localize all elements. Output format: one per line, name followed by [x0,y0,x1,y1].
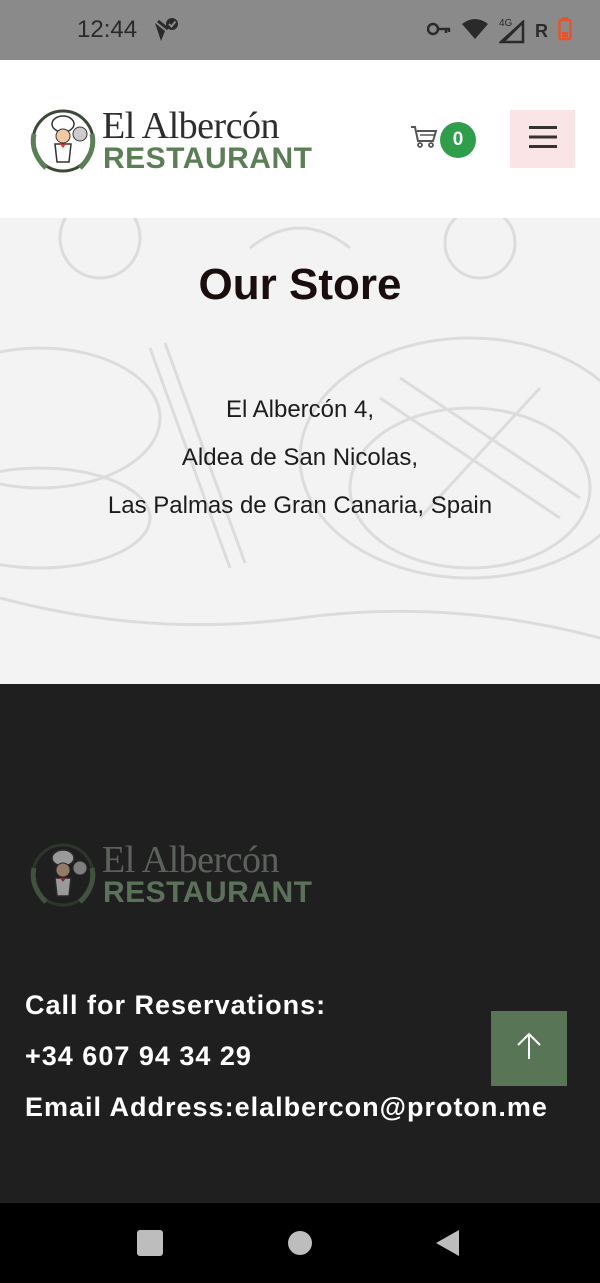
battery-low-icon [558,17,572,46]
back-triangle-icon[interactable] [434,1229,462,1262]
hamburger-menu-icon [528,125,558,154]
cart-button[interactable]: 0 [410,122,480,162]
recents-square-icon[interactable] [136,1229,164,1262]
wifi-icon [461,18,489,45]
contact-info: Call for Reservations: +34 607 94 34 29 … [25,990,548,1143]
system-nav-bar [0,1203,600,1283]
arrow-up-icon [514,1031,544,1066]
vpn-key-icon [426,22,451,41]
signal-icon: 4G [497,17,525,44]
footer-logo[interactable]: El Albercón RESTAURANT [24,836,314,912]
chef-emblem-icon [24,838,102,917]
status-bar: 12:44 4G R [0,0,600,60]
address-line: Las Palmas de Gran Canaria, Spain [107,492,493,519]
menu-button[interactable] [510,110,575,168]
site-logo[interactable]: El Albercón RESTAURANT [24,102,314,178]
address-line: El Albercón 4, [225,396,375,423]
store-title: Our Store [198,260,402,309]
email-line[interactable]: Email Address:elalbercon@proton.me [25,1092,548,1143]
logo-subtitle: RESTAURANT [103,142,313,175]
store-section: Our Store El Albercón 4, Aldea de San Ni… [0,218,600,684]
maps-check-icon [152,17,180,48]
roaming-indicator: R [535,21,548,41]
network-type: 4G [499,17,513,29]
store-address: El Albercón 4, Aldea de San Nicolas, Las… [0,386,600,530]
home-circle-icon[interactable] [287,1229,315,1262]
status-right-group: 4G R [426,17,572,46]
reservations-label: Call for Reservations: [25,990,327,1020]
chef-emblem-icon [24,104,102,183]
footer-logo-subtitle: RESTAURANT [103,876,313,909]
site-header: El Albercón RESTAURANT 0 [0,60,600,218]
phone-link[interactable]: +34 607 94 34 29 [25,1041,548,1092]
cart-count-badge: 0 [440,122,476,158]
back-to-top-button[interactable] [491,1011,567,1086]
status-time: 12:44 [77,16,138,43]
shopping-cart-icon [410,124,438,155]
site-footer: El Albercón RESTAURANT Call for Reservat… [0,684,600,1203]
address-line: Aldea de San Nicolas, [181,444,419,471]
